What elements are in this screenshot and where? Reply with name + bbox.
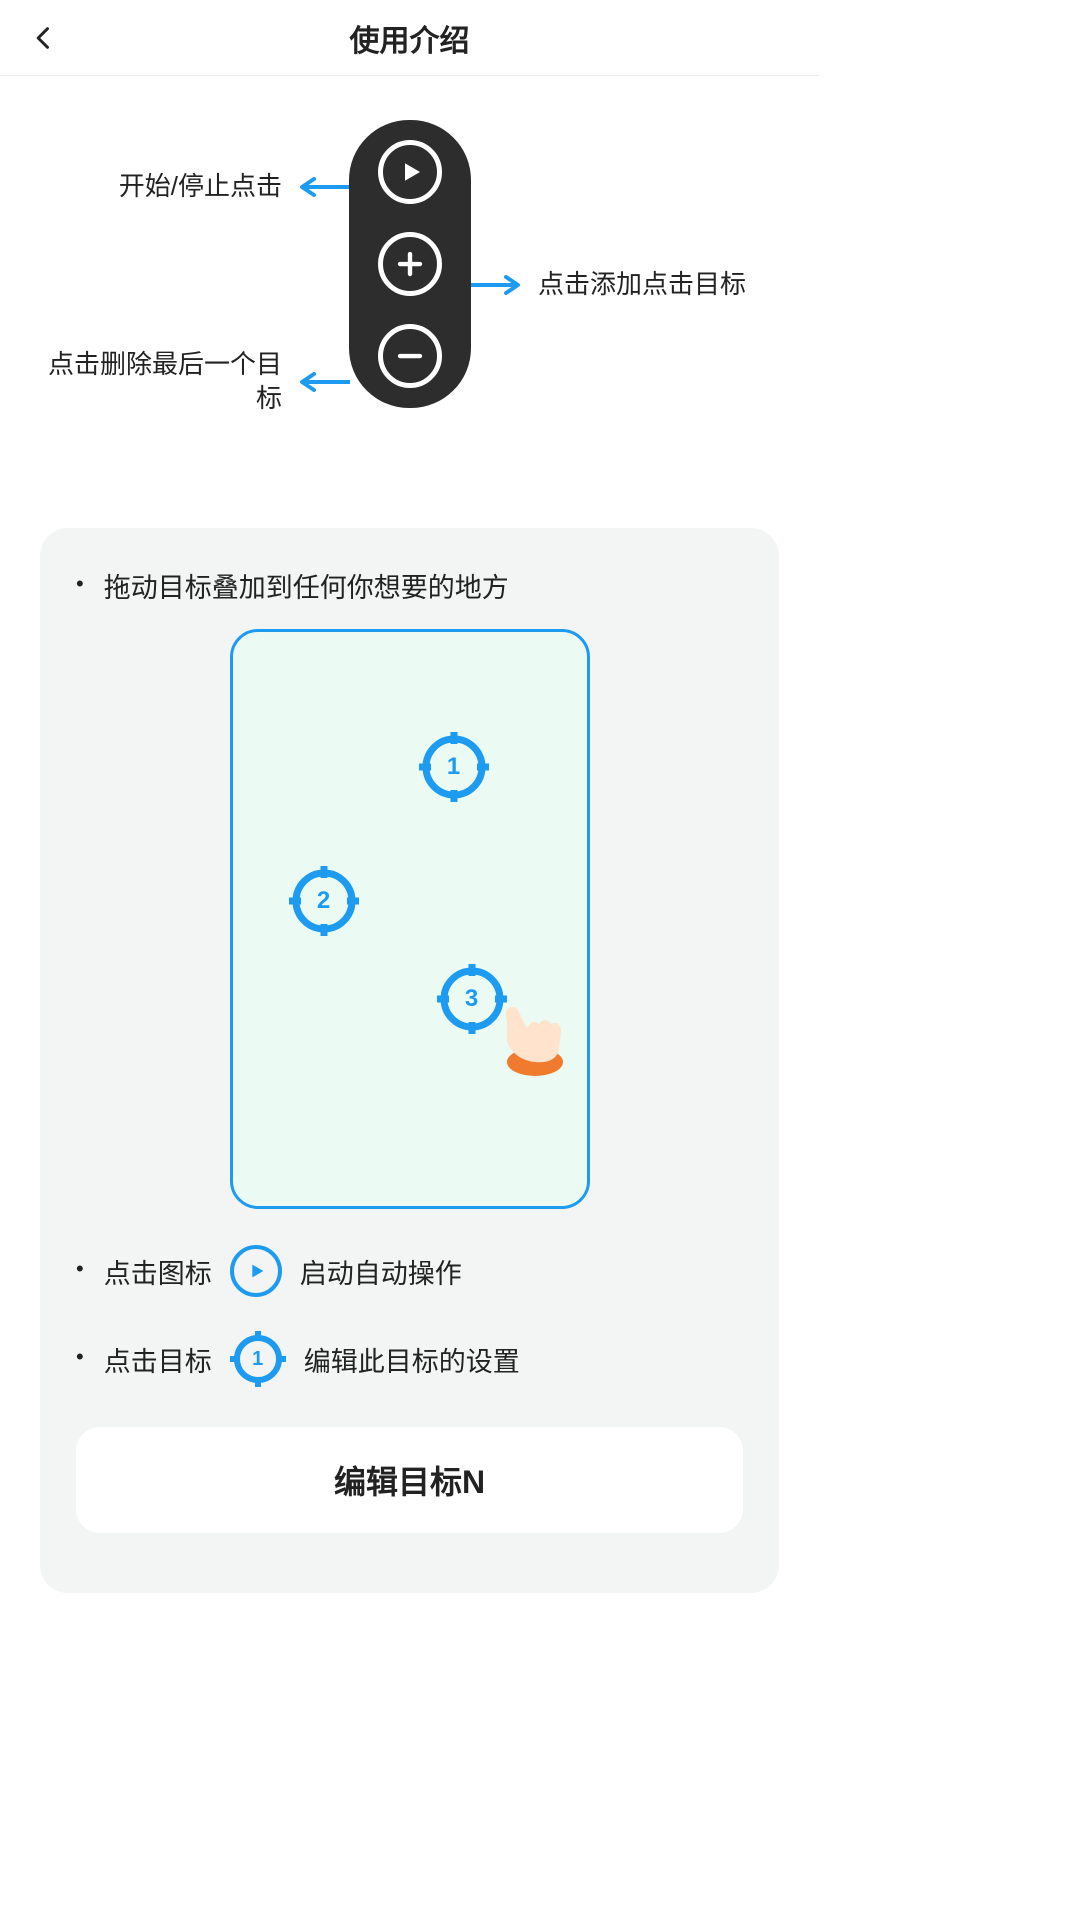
label-play-stop: 开始/停止点击: [0, 170, 350, 204]
minus-icon: [395, 341, 425, 371]
header: 使用介绍: [0, 0, 819, 76]
target-marker-1[interactable]: 1: [419, 732, 489, 802]
arrow-left-icon: [296, 177, 350, 197]
play-icon-inline: [230, 1245, 282, 1297]
play-icon: [395, 157, 425, 187]
crosshair-icon-inline: 1: [230, 1331, 286, 1387]
target-marker-2[interactable]: 2: [289, 866, 359, 936]
phone-preview: 1 2 3: [230, 629, 590, 1209]
add-target-button[interactable]: [378, 232, 442, 296]
remove-target-button[interactable]: [378, 324, 442, 388]
edit-instruction: • 点击目标 1 编辑此目标的设置: [76, 1331, 743, 1387]
play-stop-button[interactable]: [378, 140, 442, 204]
arrow-left-icon: [296, 372, 350, 392]
hand-pointer-icon: [477, 990, 567, 1080]
label-add-target: 点击添加点击目标: [470, 268, 746, 302]
back-button[interactable]: [24, 18, 64, 58]
plus-icon: [395, 249, 425, 279]
label-remove-target: 点击删除最后一个目标: [0, 348, 350, 416]
play-icon: [245, 1260, 267, 1282]
drag-hint: • 拖动目标叠加到任何你想要的地方: [76, 566, 743, 605]
chevron-left-icon: [30, 24, 58, 52]
floating-control-panel: [349, 120, 471, 408]
instructions-card: • 拖动目标叠加到任何你想要的地方 1 2: [40, 528, 779, 1593]
edit-target-card: 编辑目标N: [76, 1427, 743, 1533]
play-instruction: • 点击图标 启动自动操作: [76, 1245, 743, 1297]
page-title: 使用介绍: [0, 16, 819, 60]
arrow-right-icon: [470, 275, 524, 295]
control-panel-diagram: 开始/停止点击 点击添加点击目标 点击删除最后一个目标: [0, 120, 819, 500]
